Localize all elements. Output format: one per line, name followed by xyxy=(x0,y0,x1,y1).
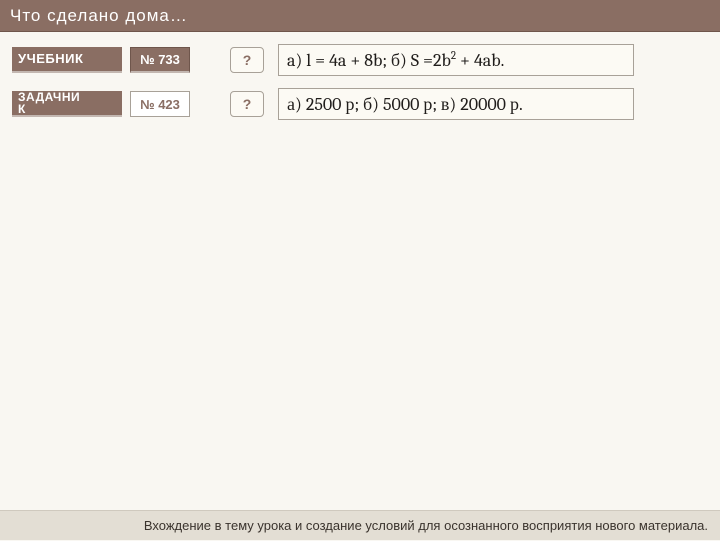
hw-row: УЧЕБНИК № 733 ? a) l = 4a + 8b; б) S =2b… xyxy=(12,44,708,76)
source-label-line2: К xyxy=(18,103,26,115)
question-mark-icon: ? xyxy=(243,96,252,112)
hw-row: ЗАДАЧНИ К № 423 ? а) 2500 р; б) 5000 р; … xyxy=(12,88,708,120)
footer-text: Вхождение в тему урока и создание услови… xyxy=(144,518,708,533)
problem-number-chip: № 423 xyxy=(130,91,190,117)
slide-title: Что сделано дома… xyxy=(10,6,188,25)
problem-number-chip: № 733 xyxy=(130,47,190,73)
source-chip-workbook: ЗАДАЧНИ К xyxy=(12,91,122,117)
source-label-line1: ЗАДАЧНИ xyxy=(18,91,80,103)
slide-header: Что сделано дома… xyxy=(0,0,720,32)
hint-button[interactable]: ? xyxy=(230,47,264,73)
hint-button[interactable]: ? xyxy=(230,91,264,117)
content-area: УЧЕБНИК № 733 ? a) l = 4a + 8b; б) S =2b… xyxy=(0,32,720,120)
source-chip-textbook: УЧЕБНИК xyxy=(12,47,122,73)
answer-box: а) 2500 р; б) 5000 р; в) 20000 р. xyxy=(278,88,634,120)
source-label: УЧЕБНИК xyxy=(18,52,83,66)
problem-number: № 733 xyxy=(140,52,180,67)
question-mark-icon: ? xyxy=(243,52,252,68)
answer-text: а) 2500 р; б) 5000 р; в) 20000 р. xyxy=(287,94,523,115)
problem-number: № 423 xyxy=(140,97,180,112)
slide-footer: Вхождение в тему урока и создание услови… xyxy=(0,510,720,540)
answer-text: a) l = 4a + 8b; б) S =2b2 + 4ab. xyxy=(287,50,504,71)
answer-box: a) l = 4a + 8b; б) S =2b2 + 4ab. xyxy=(278,44,634,76)
